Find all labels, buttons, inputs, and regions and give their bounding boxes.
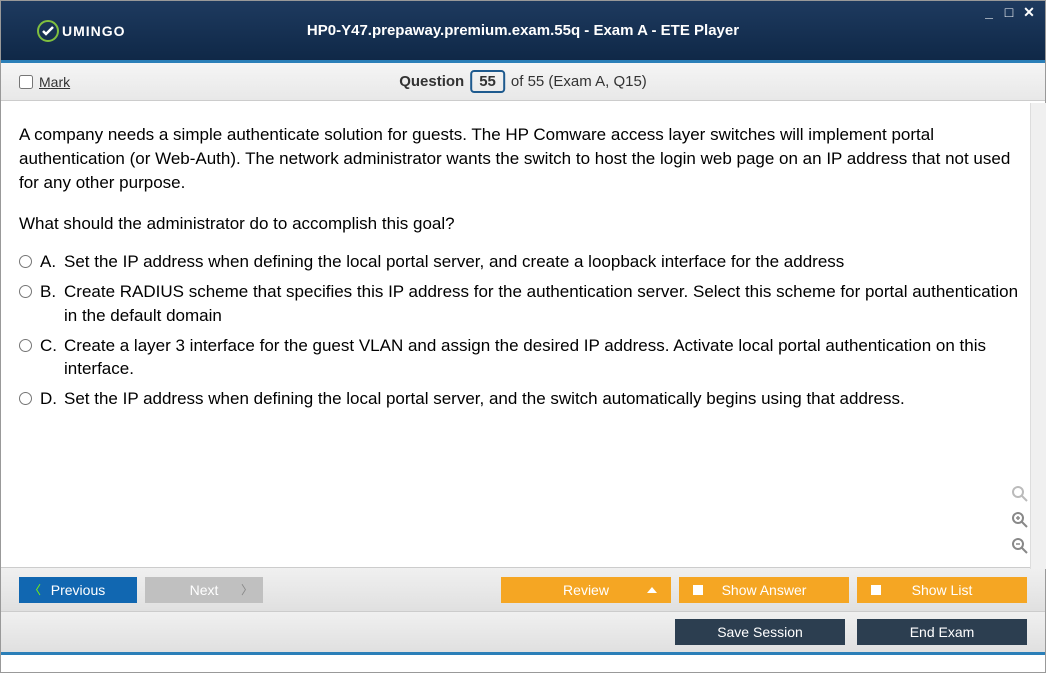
- option-b-letter: B.: [40, 280, 60, 328]
- logo-text: UMINGO: [62, 23, 126, 39]
- question-total-text: of 55 (Exam A, Q15): [511, 73, 647, 90]
- zoom-tools: [1009, 483, 1031, 557]
- app-logo: UMINGO: [36, 19, 126, 43]
- maximize-button[interactable]: □: [1001, 4, 1017, 21]
- footer-row-2: Save Session End Exam: [1, 611, 1045, 655]
- question-prompt: What should the administrator do to acco…: [19, 212, 1027, 236]
- show-answer-button[interactable]: Show Answer: [679, 577, 849, 603]
- option-c-radio[interactable]: [19, 339, 32, 352]
- window-title: HP0-Y47.prepaway.premium.exam.55q - Exam…: [307, 22, 739, 39]
- option-a-letter: A.: [40, 250, 60, 274]
- square-icon: [871, 585, 881, 595]
- option-d-letter: D.: [40, 387, 60, 411]
- save-session-button[interactable]: Save Session: [675, 619, 845, 645]
- chevron-left-icon: 〈: [29, 581, 41, 598]
- review-button[interactable]: Review: [501, 577, 671, 603]
- option-d-radio[interactable]: [19, 392, 32, 405]
- mark-checkbox[interactable]: [19, 75, 33, 89]
- show-list-button[interactable]: Show List: [857, 577, 1027, 603]
- zoom-in-icon[interactable]: [1009, 509, 1031, 531]
- search-icon[interactable]: [1009, 483, 1031, 505]
- close-button[interactable]: ✕: [1021, 4, 1037, 21]
- option-b[interactable]: B.Create RADIUS scheme that specifies th…: [19, 280, 1027, 328]
- triangle-up-icon: [647, 587, 657, 593]
- option-c[interactable]: C.Create a layer 3 interface for the gue…: [19, 334, 1027, 382]
- option-a-radio[interactable]: [19, 255, 32, 268]
- option-d[interactable]: D.Set the IP address when defining the l…: [19, 387, 1027, 411]
- vertical-scrollbar[interactable]: [1030, 103, 1046, 569]
- option-b-radio[interactable]: [19, 285, 32, 298]
- window-controls: _ □ ✕: [981, 4, 1037, 21]
- zoom-out-icon[interactable]: [1009, 535, 1031, 557]
- next-button[interactable]: Next〉: [145, 577, 263, 603]
- option-a[interactable]: A.Set the IP address when defining the l…: [19, 250, 1027, 274]
- footer-row-1: 〈Previous Next〉 Review Show Answer Show …: [1, 567, 1045, 611]
- previous-button[interactable]: 〈Previous: [19, 577, 137, 603]
- answer-options: A.Set the IP address when defining the l…: [19, 250, 1027, 411]
- checkmark-icon: [36, 19, 60, 43]
- question-text: A company needs a simple authenticate so…: [19, 123, 1027, 194]
- square-icon: [693, 585, 703, 595]
- question-content: A company needs a simple authenticate so…: [1, 101, 1045, 567]
- question-header-bar: Mark Question 55 of 55 (Exam A, Q15): [1, 63, 1045, 101]
- option-d-text: Set the IP address when defining the loc…: [64, 387, 905, 411]
- option-c-text: Create a layer 3 interface for the guest…: [64, 334, 1027, 382]
- option-c-letter: C.: [40, 334, 60, 382]
- question-word: Question: [399, 73, 464, 90]
- mark-checkbox-label[interactable]: Mark: [19, 74, 70, 90]
- option-b-text: Create RADIUS scheme that specifies this…: [64, 280, 1027, 328]
- title-bar: UMINGO HP0-Y47.prepaway.premium.exam.55q…: [1, 1, 1045, 63]
- option-a-text: Set the IP address when defining the loc…: [64, 250, 844, 274]
- mark-label-text: Mark: [39, 74, 70, 90]
- end-exam-button[interactable]: End Exam: [857, 619, 1027, 645]
- chevron-right-icon: 〉: [241, 581, 253, 598]
- current-question-number: 55: [470, 70, 505, 93]
- minimize-button[interactable]: _: [981, 4, 997, 21]
- question-counter: Question 55 of 55 (Exam A, Q15): [399, 70, 647, 93]
